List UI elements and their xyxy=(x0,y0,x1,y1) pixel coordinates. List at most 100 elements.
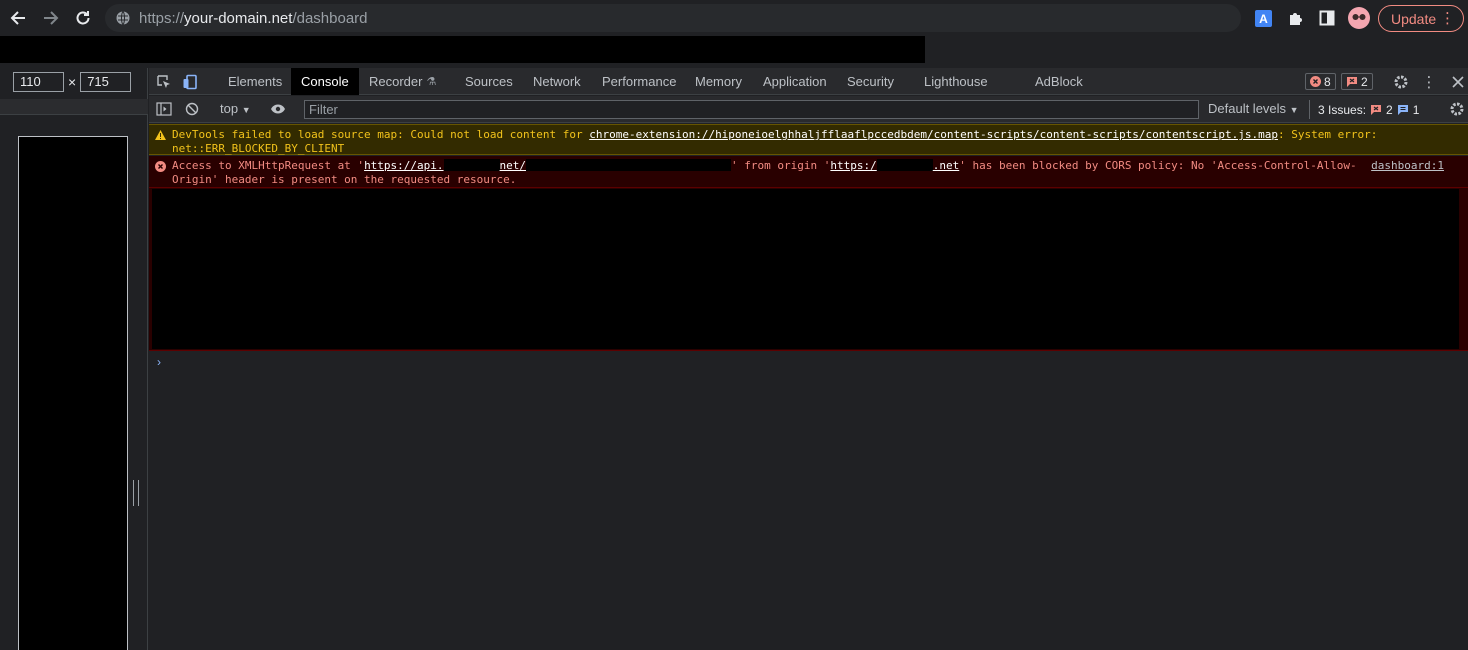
url-text: https://your-domain.net/dashboard xyxy=(139,10,368,27)
tab-recorder[interactable]: Recorder ⚗ xyxy=(359,68,446,95)
issues-button[interactable]: 3 Issues: 2 1 xyxy=(1309,100,1419,119)
tab-console[interactable]: Console xyxy=(291,68,359,95)
device-emulation-pane: 110 × 715 xyxy=(0,68,148,650)
issues-error-count: 2 xyxy=(1386,102,1393,117)
tab-security[interactable]: Security xyxy=(837,68,904,95)
gear-icon xyxy=(1450,102,1464,116)
show-sidebar-button[interactable] xyxy=(155,100,173,118)
kebab-menu-icon[interactable]: ⋮ xyxy=(1440,9,1455,27)
error-text: Access to XMLHttpRequest at 'https://api… xyxy=(172,159,1362,186)
device-ruler xyxy=(0,99,148,115)
update-label: Update xyxy=(1391,10,1437,27)
issue-flag-icon xyxy=(1347,76,1357,87)
inspect-element-button[interactable] xyxy=(155,73,173,91)
tab-adblock[interactable]: AdBlock xyxy=(1025,68,1093,95)
back-button[interactable] xyxy=(8,8,28,28)
context-selector[interactable]: top ▼ xyxy=(220,101,251,116)
tab-sources[interactable]: Sources xyxy=(455,68,523,95)
translate-extension-button[interactable]: A xyxy=(1254,9,1272,27)
more-options-button[interactable]: ⋮ xyxy=(1420,73,1438,91)
issues-info-count: 1 xyxy=(1412,102,1420,117)
tab-network[interactable]: Network xyxy=(523,68,591,95)
warning-icon xyxy=(155,130,166,140)
console-warning-message[interactable]: DevTools failed to load source map: Coul… xyxy=(149,124,1468,155)
issue-counter[interactable]: 2 xyxy=(1341,73,1373,90)
extensions-button[interactable] xyxy=(1286,9,1304,27)
error-text-part-2: ' from origin ' xyxy=(731,159,831,172)
tab-memory[interactable]: Memory xyxy=(685,68,752,95)
device-width-input[interactable]: 110 xyxy=(13,72,64,92)
device-height-input[interactable]: 715 xyxy=(80,72,132,92)
url-scheme: https:// xyxy=(139,10,185,27)
filter-input[interactable]: Filter xyxy=(304,100,1199,119)
translate-icon: A xyxy=(1254,9,1272,27)
close-devtools-button[interactable] xyxy=(1449,73,1467,91)
origin-link[interactable]: https:/ .net xyxy=(830,159,959,172)
update-button[interactable]: Update ⋮ xyxy=(1378,5,1464,32)
warning-text: DevTools failed to load source map: Coul… xyxy=(172,128,1452,155)
caret-down-icon: ▼ xyxy=(241,105,251,115)
console-toolbar: top ▼ Filter Default levels ▼ 3 Issues: … xyxy=(149,96,1468,123)
error-text-part-1: Access to XMLHttpRequest at ' xyxy=(172,159,365,172)
api-link[interactable]: https://api. net/ xyxy=(364,159,526,172)
error-count: 8 xyxy=(1324,74,1331,89)
console-prompt[interactable]: › xyxy=(157,355,161,369)
error-counter[interactable]: 8 xyxy=(1305,73,1336,90)
issue-error-icon xyxy=(1371,104,1382,115)
url-path: /dashboard xyxy=(292,10,368,27)
inspect-icon xyxy=(157,75,170,88)
dimension-separator: × xyxy=(68,74,77,90)
devtools-tabbar: Elements Console Recorder ⚗ Sources Netwo… xyxy=(149,68,1468,95)
tab-application[interactable]: Application xyxy=(753,68,837,95)
issue-info-icon xyxy=(1397,104,1408,115)
toolbar-spacer xyxy=(925,36,1468,68)
redacted-text xyxy=(443,159,500,171)
svg-text:A: A xyxy=(1259,12,1268,26)
error-icon xyxy=(155,161,166,172)
tab-elements[interactable]: Elements xyxy=(218,68,292,95)
reload-button[interactable] xyxy=(73,8,93,28)
avatar-icon xyxy=(1348,7,1370,29)
live-expression-button[interactable] xyxy=(269,100,287,118)
redacted-content xyxy=(152,189,1459,349)
clear-console-button[interactable] xyxy=(183,100,201,118)
kebab-icon: ⋮ xyxy=(1421,74,1437,91)
device-viewport[interactable] xyxy=(18,136,128,650)
api-link-start: https://api. xyxy=(364,159,444,172)
forward-button[interactable] xyxy=(41,8,61,28)
resize-handle[interactable] xyxy=(133,480,139,506)
url-host: your-domain.net xyxy=(184,10,293,27)
warning-prefix: DevTools failed to load source map: Coul… xyxy=(172,128,590,141)
gear-icon xyxy=(1394,75,1408,89)
origin-link-start: https:/ xyxy=(830,159,877,172)
device-toggle-icon xyxy=(183,74,197,90)
api-link-end: net/ xyxy=(499,159,527,172)
redacted-text xyxy=(526,159,732,171)
address-bar[interactable]: https://your-domain.net/dashboard xyxy=(105,4,1241,32)
side-panel-icon xyxy=(1319,10,1335,26)
close-icon xyxy=(1452,76,1464,88)
tab-performance[interactable]: Performance xyxy=(592,68,686,95)
console-error-message[interactable]: Access to XMLHttpRequest at 'https://api… xyxy=(149,156,1468,188)
profile-avatar[interactable] xyxy=(1348,7,1370,29)
block-icon xyxy=(185,102,199,116)
device-toolbar-button[interactable] xyxy=(181,73,199,91)
puzzle-icon xyxy=(1289,12,1302,25)
log-levels-label: Default levels xyxy=(1208,101,1287,116)
error-icon xyxy=(1310,76,1321,87)
settings-button[interactable] xyxy=(1392,73,1410,91)
console-settings-button[interactable] xyxy=(1448,100,1466,118)
log-levels-dropdown[interactable]: Default levels ▼ xyxy=(1208,101,1299,116)
arrow-left-icon xyxy=(10,11,25,25)
context-label: top xyxy=(220,101,239,116)
caret-down-icon: ▼ xyxy=(1289,105,1299,115)
issue-count: 2 xyxy=(1361,74,1368,89)
sidebar-toggle-icon xyxy=(156,102,172,116)
browser-toolbar: https://your-domain.net/dashboard A Upda… xyxy=(0,0,1468,36)
tab-lighthouse[interactable]: Lighthouse xyxy=(914,68,998,95)
source-location-link[interactable]: dashboard:1 xyxy=(1371,159,1444,172)
reload-icon xyxy=(76,11,90,25)
redacted-text xyxy=(876,159,933,171)
source-map-link[interactable]: chrome-extension://hiponeioelghhaljfflaa… xyxy=(589,128,1278,141)
side-panel-button[interactable] xyxy=(1318,9,1336,27)
